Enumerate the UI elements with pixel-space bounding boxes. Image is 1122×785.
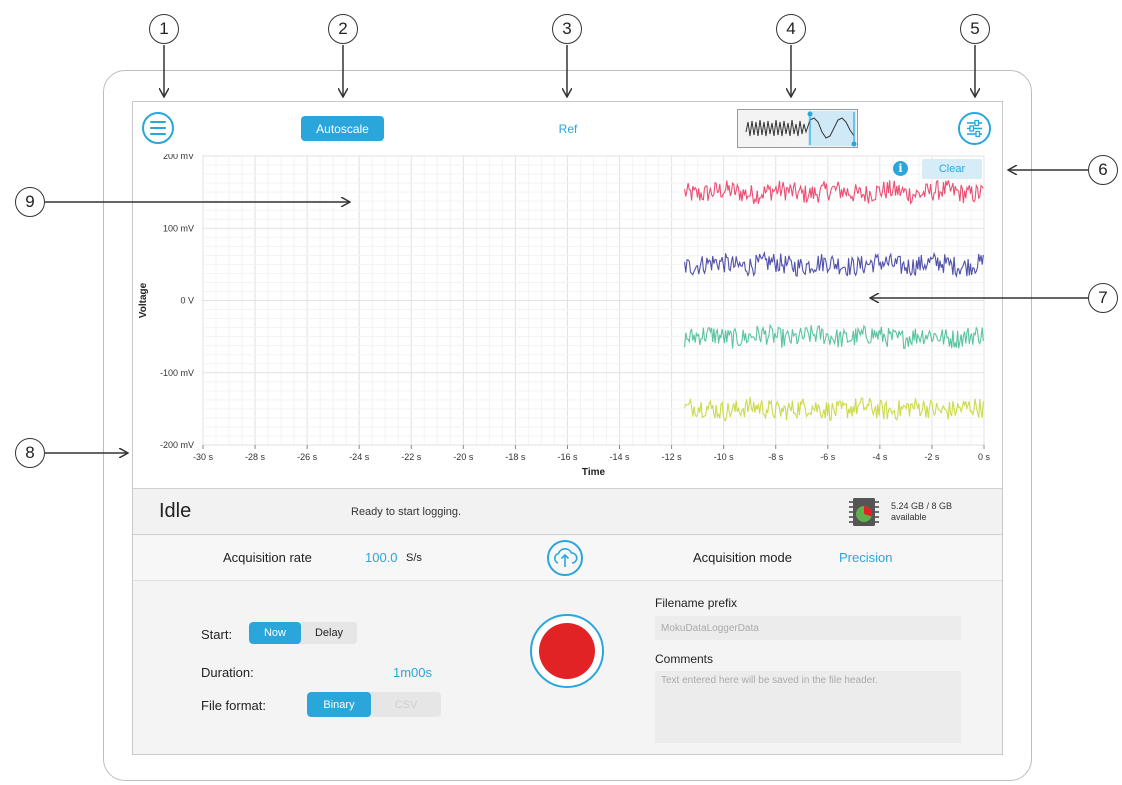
x-tick-label: -22 s (401, 452, 422, 462)
y-axis-label: Voltage (138, 282, 149, 318)
format-binary-option[interactable]: Binary (307, 692, 371, 717)
x-tick-label: -26 s (297, 452, 318, 462)
x-tick-label: -28 s (245, 452, 266, 462)
status-bar: Idle Ready to start logging. 5.24 GB / 8… (133, 488, 1002, 535)
comments-input[interactable] (655, 671, 961, 743)
callout-9: 9 (15, 187, 45, 217)
autoscale-button[interactable]: Autoscale (301, 116, 384, 141)
callout-5: 5 (960, 14, 990, 44)
sd-card-storage-icon (848, 495, 880, 529)
storage-available: available (891, 512, 927, 522)
x-tick-label: -2 s (924, 452, 940, 462)
filename-prefix-input[interactable] (655, 616, 961, 640)
y-tick-label: 200 mV (163, 154, 194, 161)
y-tick-label: 100 mV (163, 223, 194, 233)
voltage-time-chart[interactable]: -30 s -28 s -26 s -24 s -22 s -20 s -18 s -16 s… (133, 154, 1002, 485)
file-format-toggle[interactable]: Binary CSV (307, 692, 441, 717)
x-tick-label: -4 s (872, 452, 888, 462)
x-tick-label: -24 s (349, 452, 370, 462)
acquisition-rate-unit: S/s (406, 552, 422, 564)
x-tick-label: 0 s (978, 452, 991, 462)
top-toolbar: Autoscale Ref (133, 102, 1002, 154)
info-icon[interactable]: i (893, 161, 908, 176)
status-message: Ready to start logging. (351, 506, 462, 518)
y-tick-label: -100 mV (160, 368, 194, 378)
x-tick-label: -16 s (557, 452, 578, 462)
record-button[interactable] (530, 614, 604, 688)
duration-value[interactable]: 1m00s (393, 665, 432, 680)
callout-3: 3 (552, 14, 582, 44)
record-icon (539, 623, 595, 679)
x-tick-label: -12 s (662, 452, 683, 462)
acquisition-settings-row: Acquisition rate 100.0 S/s Acquisition m… (133, 535, 1002, 581)
start-now-option[interactable]: Now (249, 622, 301, 644)
duration-label: Duration: (201, 665, 254, 680)
sliders-settings-icon[interactable] (958, 112, 991, 145)
acquisition-rate-label: Acquisition rate (223, 550, 312, 565)
hamburger-menu-icon[interactable] (142, 112, 174, 144)
callout-8: 8 (15, 438, 45, 468)
callout-2: 2 (328, 14, 358, 44)
x-tick-label: -20 s (453, 452, 474, 462)
x-tick-label: -14 s (610, 452, 631, 462)
callout-7: 7 (1088, 283, 1118, 313)
y-tick-label: 0 V (180, 296, 194, 306)
format-csv-option[interactable]: CSV (371, 692, 441, 717)
callout-1: 1 (149, 14, 179, 44)
x-tick-label: -6 s (820, 452, 836, 462)
state-label: Idle (159, 500, 192, 522)
acquisition-mode-label: Acquisition mode (693, 550, 792, 565)
x-tick-label: -30 s (193, 452, 214, 462)
data-logger-app: Autoscale Ref -30 s -28 s -26 s -24 s -2… (132, 101, 1003, 755)
logging-controls: Start: Now Delay Duration: 1m00s File fo… (133, 581, 1002, 754)
ref-button[interactable]: Ref (543, 122, 593, 136)
x-tick-label: -18 s (505, 452, 526, 462)
acquisition-rate-value[interactable]: 100.0 (365, 550, 398, 565)
start-delay-option[interactable]: Delay (301, 622, 357, 644)
x-tick-label: -10 s (714, 452, 735, 462)
x-axis-label: Time (582, 467, 606, 478)
cloud-upload-icon[interactable] (547, 540, 583, 576)
clear-button[interactable]: Clear (922, 159, 982, 179)
start-label: Start: (201, 627, 233, 642)
storage-info: 5.24 GB / 8 GB available (891, 501, 952, 523)
acquisition-mode-value[interactable]: Precision (839, 550, 892, 565)
storage-capacity: 5.24 GB / 8 GB (891, 501, 953, 511)
x-tick-label: -8 s (768, 452, 784, 462)
callout-6: 6 (1088, 155, 1118, 185)
start-toggle[interactable]: Now Delay (249, 622, 357, 644)
callout-4: 4 (776, 14, 806, 44)
y-tick-label: -200 mV (160, 440, 194, 450)
comments-label: Comments (655, 652, 714, 666)
waveform-overview-icon[interactable] (737, 109, 858, 148)
file-format-label: File format: (201, 698, 267, 713)
chart-area[interactable]: -30 s -28 s -26 s -24 s -22 s -20 s -18 s -16 s… (133, 154, 1002, 485)
filename-prefix-label: Filename prefix (655, 596, 738, 610)
